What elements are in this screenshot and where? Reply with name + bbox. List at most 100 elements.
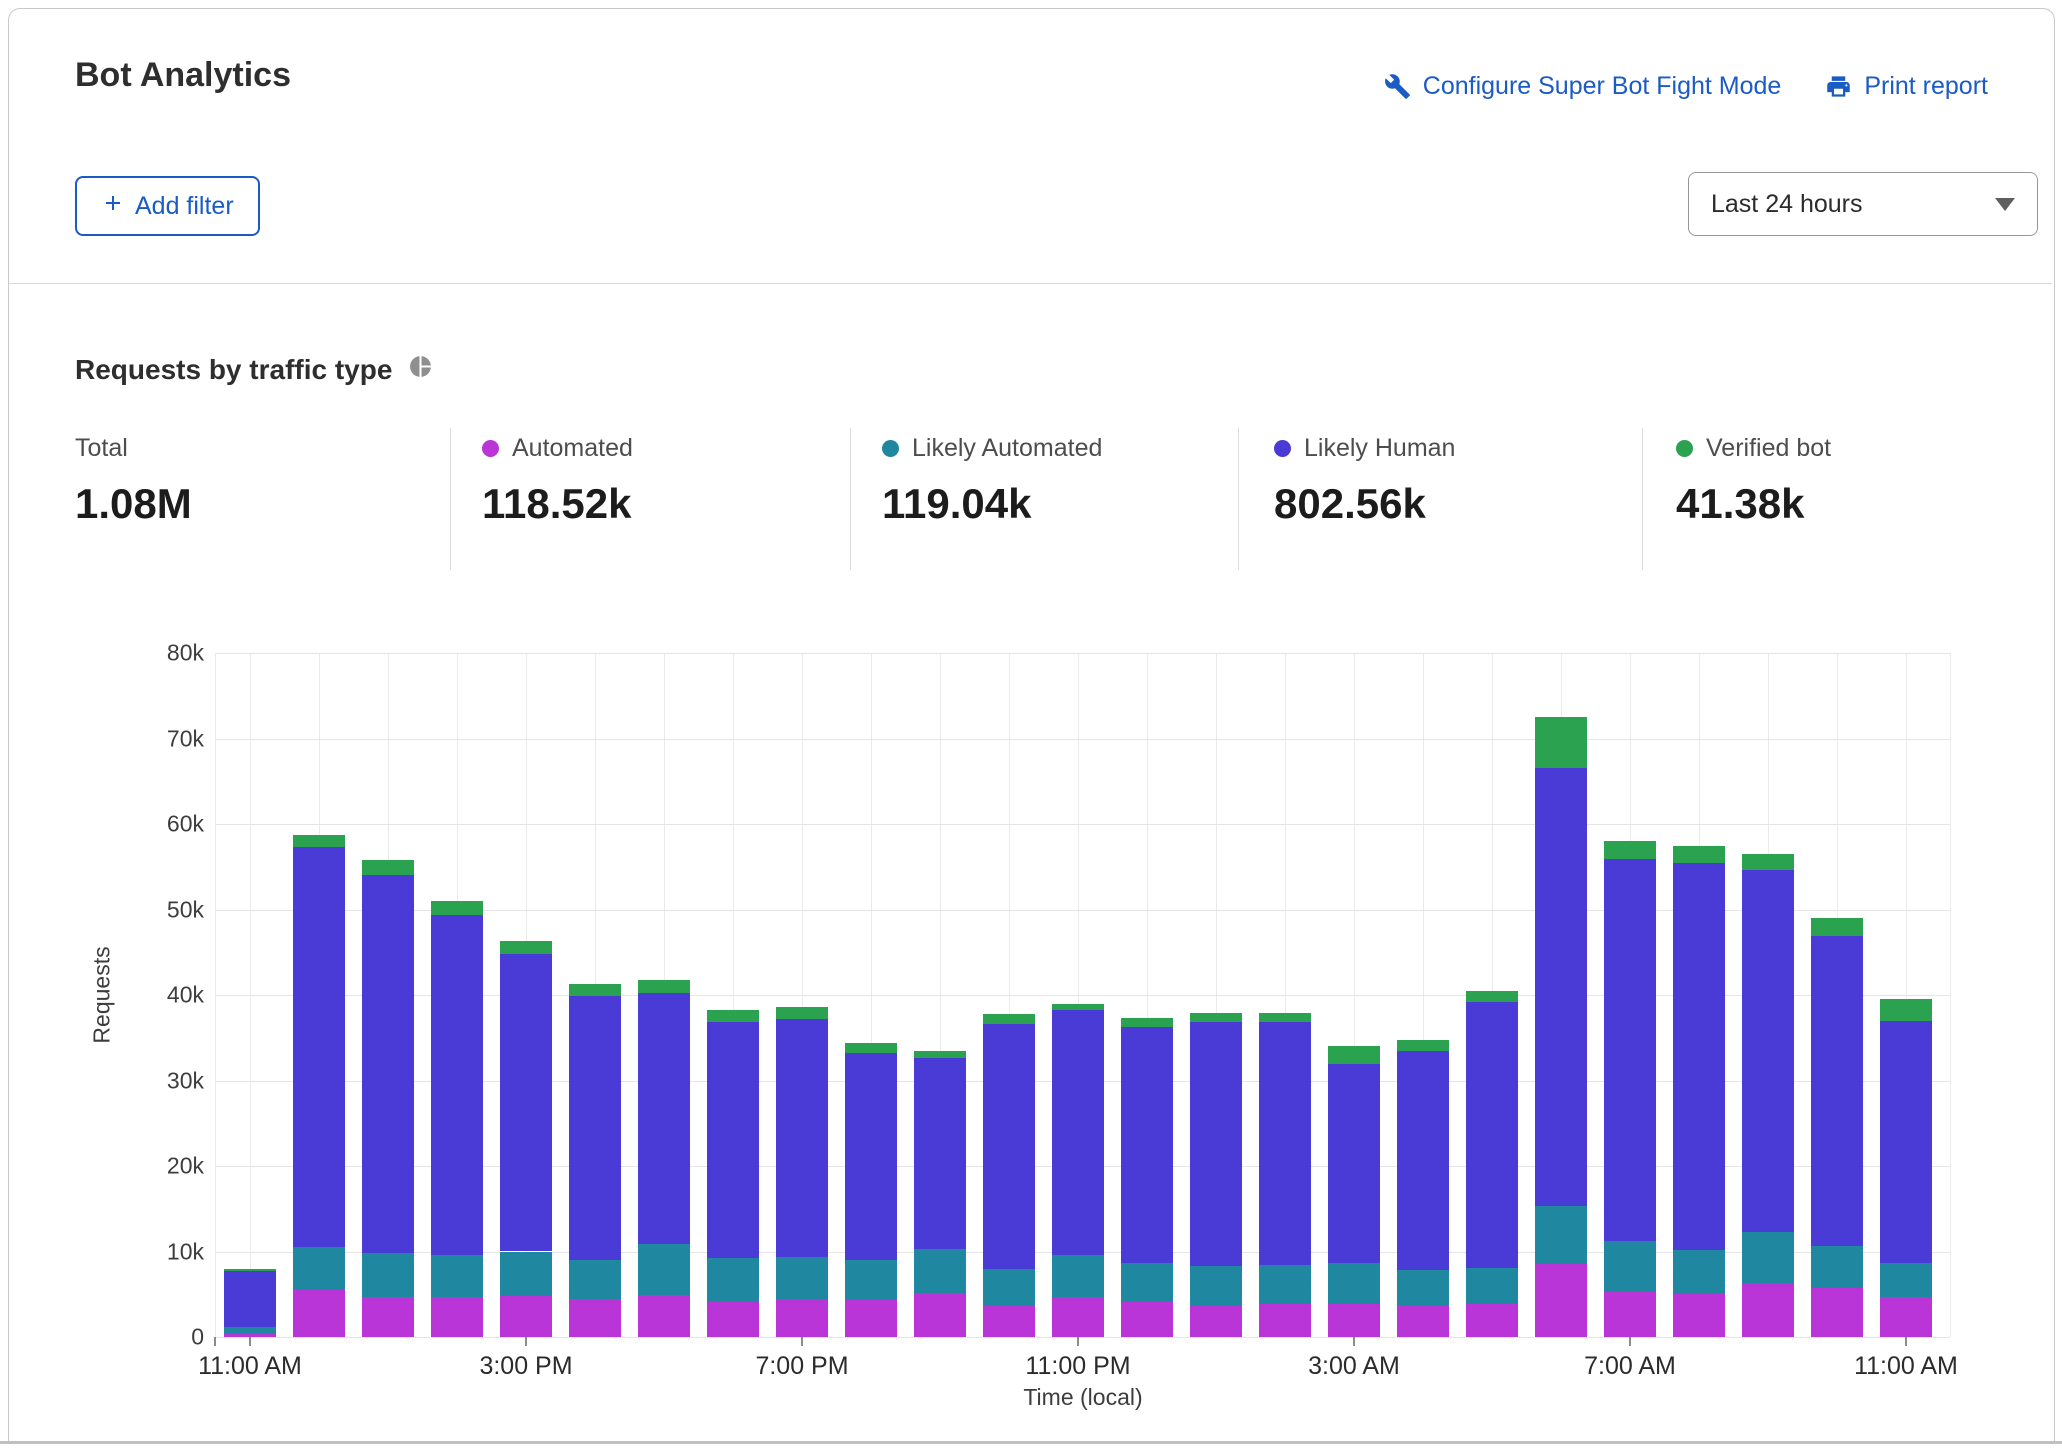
- bar-segment-verified-bot[interactable]: [707, 1010, 759, 1022]
- bar-segment-likely-automated[interactable]: [362, 1253, 414, 1297]
- bar-segment-likely-human[interactable]: [1190, 1022, 1242, 1267]
- bar-segment-likely-human[interactable]: [1397, 1051, 1449, 1270]
- bar-segment-automated[interactable]: [914, 1293, 966, 1337]
- bar-segment-likely-automated[interactable]: [224, 1327, 276, 1334]
- bar-segment-likely-human[interactable]: [1052, 1010, 1104, 1255]
- bar-segment-automated[interactable]: [1190, 1306, 1242, 1337]
- bar-segment-likely-automated[interactable]: [1259, 1265, 1311, 1303]
- bar-segment-likely-automated[interactable]: [1535, 1206, 1587, 1264]
- bar-segment-verified-bot[interactable]: [1259, 1013, 1311, 1022]
- bar-segment-verified-bot[interactable]: [776, 1007, 828, 1019]
- bar-segment-automated[interactable]: [1742, 1283, 1794, 1337]
- bar-segment-verified-bot[interactable]: [983, 1014, 1035, 1024]
- bar-segment-verified-bot[interactable]: [1328, 1046, 1380, 1064]
- bar-segment-automated[interactable]: [362, 1297, 414, 1337]
- bar-segment-likely-human[interactable]: [707, 1022, 759, 1259]
- bar-segment-verified-bot[interactable]: [1742, 854, 1794, 870]
- bar-segment-verified-bot[interactable]: [1052, 1004, 1104, 1010]
- bar-segment-verified-bot[interactable]: [1880, 999, 1932, 1020]
- bar-segment-likely-automated[interactable]: [1604, 1241, 1656, 1291]
- bar-segment-automated[interactable]: [776, 1299, 828, 1337]
- bar-segment-verified-bot[interactable]: [1397, 1040, 1449, 1051]
- bar-segment-likely-automated[interactable]: [293, 1247, 345, 1290]
- bar-segment-automated[interactable]: [845, 1300, 897, 1337]
- bar-segment-likely-automated[interactable]: [845, 1260, 897, 1300]
- bar-segment-automated[interactable]: [1811, 1288, 1863, 1337]
- bar-segment-verified-bot[interactable]: [1121, 1018, 1173, 1027]
- bar-segment-likely-human[interactable]: [845, 1053, 897, 1260]
- bar-segment-verified-bot[interactable]: [1811, 918, 1863, 936]
- bar-segment-automated[interactable]: [1259, 1304, 1311, 1337]
- bar-segment-automated[interactable]: [707, 1302, 759, 1337]
- bar-segment-likely-automated[interactable]: [707, 1258, 759, 1302]
- bar-segment-verified-bot[interactable]: [224, 1269, 276, 1272]
- bar-segment-verified-bot[interactable]: [638, 980, 690, 994]
- bar-segment-automated[interactable]: [1052, 1297, 1104, 1337]
- bar-segment-automated[interactable]: [1604, 1292, 1656, 1337]
- bar-segment-automated[interactable]: [983, 1306, 1035, 1337]
- bar-segment-automated[interactable]: [1466, 1304, 1518, 1337]
- bar-segment-automated[interactable]: [638, 1295, 690, 1337]
- bar-segment-likely-human[interactable]: [1604, 859, 1656, 1241]
- bar-segment-verified-bot[interactable]: [914, 1051, 966, 1058]
- bar-segment-likely-automated[interactable]: [500, 1252, 552, 1296]
- add-filter-button[interactable]: Add filter: [75, 176, 260, 236]
- bar-segment-automated[interactable]: [1121, 1302, 1173, 1337]
- bar-segment-likely-automated[interactable]: [569, 1260, 621, 1298]
- bar-segment-likely-human[interactable]: [1673, 863, 1725, 1249]
- bar-segment-likely-automated[interactable]: [776, 1257, 828, 1299]
- bar-segment-likely-automated[interactable]: [983, 1269, 1035, 1307]
- bar-segment-likely-automated[interactable]: [1466, 1268, 1518, 1304]
- bar-segment-likely-human[interactable]: [500, 954, 552, 1252]
- bar-segment-likely-human[interactable]: [638, 993, 690, 1244]
- bar-segment-likely-automated[interactable]: [1880, 1263, 1932, 1297]
- bar-segment-likely-human[interactable]: [1328, 1064, 1380, 1262]
- bar-segment-automated[interactable]: [293, 1290, 345, 1337]
- bar-segment-likely-human[interactable]: [1742, 870, 1794, 1232]
- bar-segment-likely-automated[interactable]: [1673, 1250, 1725, 1294]
- bar-segment-likely-human[interactable]: [914, 1058, 966, 1249]
- bar-segment-likely-automated[interactable]: [1328, 1263, 1380, 1304]
- bar-segment-verified-bot[interactable]: [1466, 991, 1518, 1002]
- bar-segment-likely-automated[interactable]: [1397, 1270, 1449, 1306]
- bar-segment-likely-automated[interactable]: [1742, 1232, 1794, 1283]
- bar-segment-likely-automated[interactable]: [638, 1244, 690, 1295]
- bar-segment-likely-automated[interactable]: [914, 1249, 966, 1293]
- bar-segment-verified-bot[interactable]: [431, 901, 483, 916]
- bar-segment-verified-bot[interactable]: [1604, 841, 1656, 859]
- bar-segment-likely-automated[interactable]: [1052, 1255, 1104, 1297]
- bar-segment-likely-human[interactable]: [983, 1024, 1035, 1269]
- bar-segment-verified-bot[interactable]: [362, 860, 414, 875]
- bar-segment-verified-bot[interactable]: [1673, 846, 1725, 863]
- bar-segment-automated[interactable]: [1535, 1264, 1587, 1337]
- bar-segment-likely-human[interactable]: [1259, 1022, 1311, 1265]
- bar-segment-likely-automated[interactable]: [1811, 1246, 1863, 1289]
- bar-segment-verified-bot[interactable]: [1535, 717, 1587, 768]
- bar-segment-likely-automated[interactable]: [431, 1255, 483, 1297]
- bar-segment-likely-automated[interactable]: [1121, 1263, 1173, 1301]
- bar-segment-likely-human[interactable]: [1466, 1002, 1518, 1268]
- bar-segment-likely-human[interactable]: [776, 1019, 828, 1258]
- print-report-link[interactable]: Print report: [1825, 72, 1988, 101]
- bar-segment-likely-human[interactable]: [293, 847, 345, 1247]
- bar-segment-automated[interactable]: [1673, 1294, 1725, 1337]
- bar-segment-automated[interactable]: [1328, 1304, 1380, 1337]
- bar-segment-automated[interactable]: [431, 1297, 483, 1337]
- bar-segment-verified-bot[interactable]: [569, 984, 621, 996]
- bar-segment-verified-bot[interactable]: [500, 941, 552, 954]
- configure-super-bot-fight-mode-link[interactable]: Configure Super Bot Fight Mode: [1384, 72, 1782, 101]
- bar-segment-likely-human[interactable]: [224, 1271, 276, 1327]
- bar-segment-likely-human[interactable]: [431, 915, 483, 1254]
- bar-segment-automated[interactable]: [1880, 1297, 1932, 1337]
- bar-segment-likely-human[interactable]: [1535, 768, 1587, 1206]
- bar-segment-likely-human[interactable]: [1121, 1027, 1173, 1263]
- bar-segment-likely-human[interactable]: [1811, 936, 1863, 1246]
- bar-segment-likely-human[interactable]: [1880, 1021, 1932, 1263]
- bar-segment-automated[interactable]: [1397, 1306, 1449, 1337]
- bar-segment-verified-bot[interactable]: [293, 835, 345, 847]
- bar-segment-verified-bot[interactable]: [845, 1043, 897, 1053]
- bar-segment-likely-human[interactable]: [569, 996, 621, 1260]
- time-range-select[interactable]: Last 24 hours: [1688, 172, 2038, 236]
- bar-segment-likely-human[interactable]: [362, 875, 414, 1253]
- bar-segment-automated[interactable]: [500, 1296, 552, 1337]
